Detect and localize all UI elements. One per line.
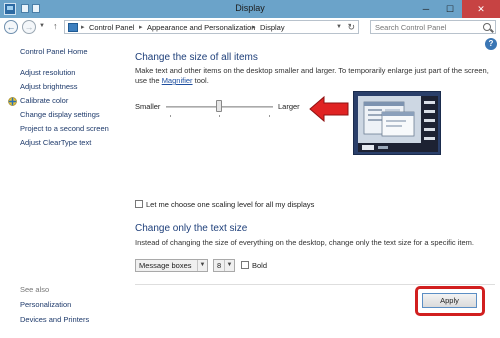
refresh-icon[interactable]: ↻ xyxy=(347,22,355,33)
slider-max-label: Larger xyxy=(278,102,300,111)
search-box[interactable] xyxy=(370,20,496,34)
chevron-down-icon[interactable]: ▼ xyxy=(224,260,234,271)
shield-icon xyxy=(8,97,17,106)
breadcrumb-appearance[interactable]: Appearance and Personalization xyxy=(147,23,255,32)
main-content: Change the size of all items Make text a… xyxy=(135,36,495,338)
breadcrumb-separator: ▸ xyxy=(139,24,143,31)
address-dropdown-icon[interactable]: ▼ xyxy=(336,24,342,30)
size-description: Make text and other items on the desktop… xyxy=(135,66,500,86)
sidebar-item-adjust-cleartype[interactable]: Adjust ClearType text xyxy=(20,138,91,147)
custom-scaling-checkbox[interactable] xyxy=(135,200,143,208)
sidebar-item-adjust-resolution[interactable]: Adjust resolution xyxy=(20,68,75,77)
forward-button[interactable]: → xyxy=(22,20,36,34)
bold-row[interactable]: Bold xyxy=(241,261,267,270)
font-size-select[interactable]: 8 ▼ xyxy=(213,259,235,272)
red-arrow-annotation xyxy=(309,95,349,123)
custom-scaling-row[interactable]: Let me choose one scaling level for all … xyxy=(135,200,314,209)
slider-tick xyxy=(219,115,220,117)
divider xyxy=(135,284,495,285)
chevron-down-icon[interactable]: ▼ xyxy=(197,260,207,271)
slider-tick xyxy=(269,115,270,117)
slider-min-label: Smaller xyxy=(135,102,161,111)
up-arrow-icon[interactable]: ↑ xyxy=(53,21,58,31)
size-slider-thumb[interactable] xyxy=(216,100,222,112)
sidebar-item-home[interactable]: Control Panel Home xyxy=(20,47,88,56)
maximize-button[interactable]: ☐ xyxy=(438,0,462,18)
back-button[interactable]: ← xyxy=(4,20,18,34)
control-panel-small-icon xyxy=(68,23,78,32)
see-also-heading: See also xyxy=(20,285,50,294)
breadcrumb-display[interactable]: Display xyxy=(260,23,285,32)
sidebar: Control Panel Home Adjust resolution Adj… xyxy=(0,36,122,338)
font-size-value: 8 xyxy=(217,261,222,270)
breadcrumb-separator: ▸ xyxy=(252,24,256,31)
magnifier-link[interactable]: Magnifier xyxy=(162,76,193,85)
minimize-button[interactable]: ─ xyxy=(414,0,438,18)
preview-windows xyxy=(358,96,438,152)
sidebar-item-adjust-brightness[interactable]: Adjust brightness xyxy=(20,82,78,91)
size-heading: Change the size of all items xyxy=(135,52,258,63)
sidebar-item-project-second-screen[interactable]: Project to a second screen xyxy=(20,124,109,133)
item-select[interactable]: Message boxes ▼ xyxy=(135,259,208,272)
display-preview xyxy=(353,91,441,155)
close-button[interactable]: ✕ xyxy=(462,0,500,18)
sidebar-item-personalization[interactable]: Personalization xyxy=(20,300,71,309)
sidebar-item-change-display-settings[interactable]: Change display settings xyxy=(20,110,100,119)
address-bar[interactable]: ▸ Control Panel ▸ Appearance and Persona… xyxy=(64,20,359,34)
title-bar: Display ─ ☐ ✕ xyxy=(0,0,500,18)
size-description-tail: tool. xyxy=(192,76,209,85)
search-input[interactable] xyxy=(375,22,479,33)
slider-tick xyxy=(170,115,171,117)
text-size-description: Instead of changing the size of everythi… xyxy=(135,238,474,247)
breadcrumb-separator: ▸ xyxy=(81,24,85,31)
bold-label[interactable]: Bold xyxy=(252,261,267,270)
apply-button[interactable]: Apply xyxy=(422,293,477,308)
search-icon[interactable] xyxy=(483,23,491,31)
breadcrumb-control-panel[interactable]: Control Panel xyxy=(89,23,134,32)
custom-scaling-label[interactable]: Let me choose one scaling level for all … xyxy=(146,200,314,209)
sidebar-item-calibrate-color[interactable]: Calibrate color xyxy=(20,96,68,105)
preview-desktop xyxy=(358,96,438,152)
bold-checkbox[interactable] xyxy=(241,261,249,269)
address-row: ← → ▼ ↑ ▸ Control Panel ▸ Appearance and… xyxy=(0,18,500,36)
recent-locations-dropdown[interactable]: ▼ xyxy=(39,23,45,29)
text-size-heading: Change only the text size xyxy=(135,223,248,234)
sidebar-item-devices-printers[interactable]: Devices and Printers xyxy=(20,315,89,324)
item-select-value: Message boxes xyxy=(139,261,192,270)
